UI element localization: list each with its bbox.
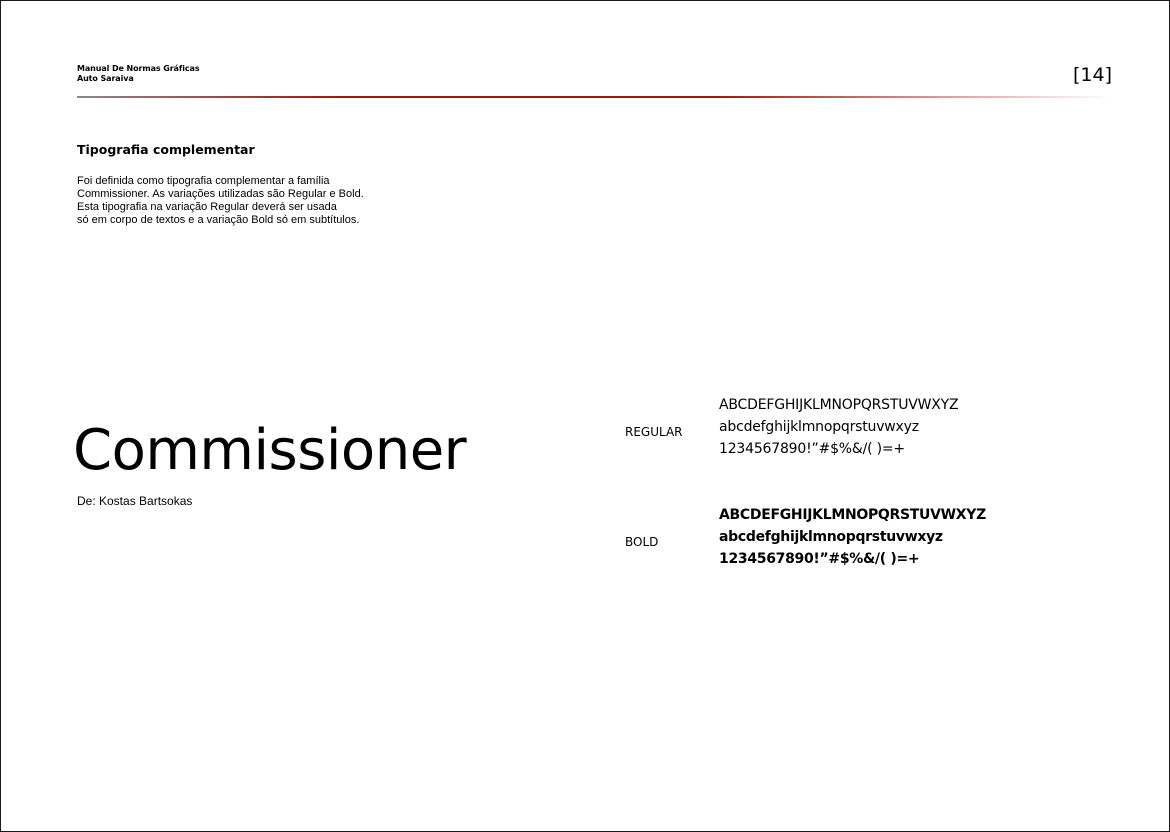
intro-line: só em corpo de textos e a variação Bold … bbox=[77, 214, 360, 226]
specimen-lowercase: abcdefghijklmnopqrstuvwxyz bbox=[719, 529, 943, 545]
specimen-uppercase: ABCDEFGHIJKLMNOPQRSTUVWXYZ bbox=[719, 507, 986, 523]
header-divider bbox=[77, 96, 1114, 98]
intro-line: Commissioner. As variações utilizadas sã… bbox=[77, 188, 364, 200]
intro-line: Foi definida como tipografia complementa… bbox=[77, 175, 330, 187]
specimen-numerals: 1234567890!”#$%&/( )=+ bbox=[719, 551, 920, 567]
specimen-uppercase: ABCDEFGHIJKLMNOPQRSTUVWXYZ bbox=[719, 397, 959, 413]
section-title: Tipografia complementar bbox=[77, 142, 255, 157]
typeface-designer: De: Kostas Bartsokas bbox=[77, 494, 193, 508]
specimen-lowercase: abcdefghijklmnopqrstuvwxyz bbox=[719, 419, 919, 435]
manual-page: Manual De Normas Gráficas Auto Saraiva [… bbox=[0, 0, 1170, 832]
page-number: [14] bbox=[1072, 64, 1112, 86]
specimen-numerals: 1234567890!”#$%&/( )=+ bbox=[719, 441, 905, 457]
accent-rule-line bbox=[77, 96, 1114, 98]
specimen-bold: ABCDEFGHIJKLMNOPQRSTUVWXYZ abcdefghijklm… bbox=[719, 504, 986, 570]
company-name: Auto Saraiva bbox=[77, 74, 134, 83]
variant-label-bold: BOLD bbox=[625, 535, 659, 549]
specimen-regular: ABCDEFGHIJKLMNOPQRSTUVWXYZ abcdefghijklm… bbox=[719, 394, 959, 460]
header-title-block: Manual De Normas Gráficas Auto Saraiva bbox=[77, 64, 200, 84]
typeface-name: Commissioner bbox=[73, 418, 467, 483]
variant-label-regular: REGULAR bbox=[625, 425, 683, 439]
intro-line: Esta tipografia na variação Regular deve… bbox=[77, 201, 337, 213]
manual-title: Manual De Normas Gráficas bbox=[77, 64, 200, 73]
intro-paragraph: Foi definida como tipografia complementa… bbox=[77, 175, 457, 227]
